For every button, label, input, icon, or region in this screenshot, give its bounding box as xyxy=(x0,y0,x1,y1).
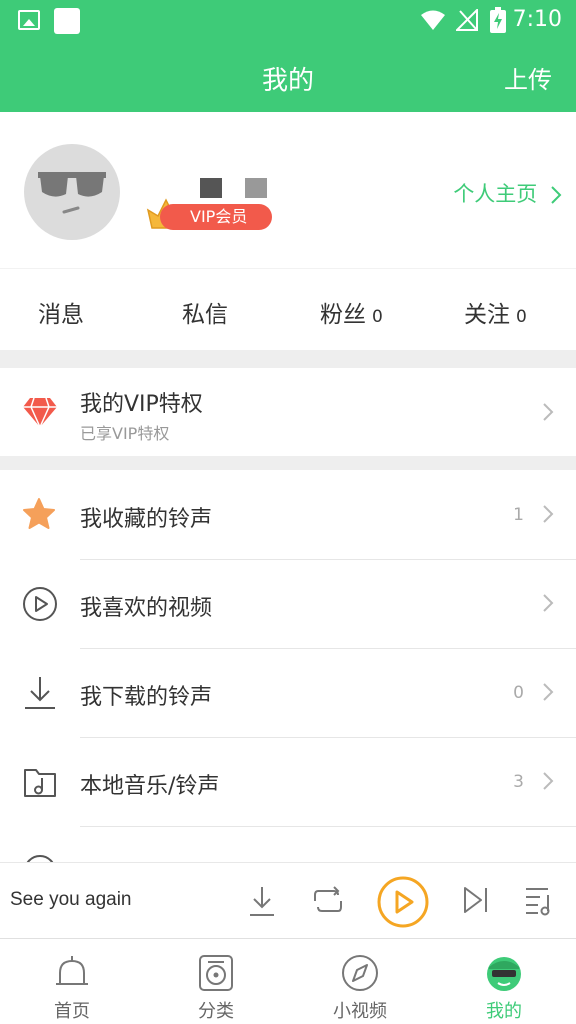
wifi-icon xyxy=(421,10,445,30)
no-signal-icon xyxy=(456,9,478,31)
gallery-notification-icon xyxy=(18,10,40,30)
download-icon[interactable] xyxy=(248,885,276,917)
list-item-favorite-ringtones[interactable]: 我收藏的铃声 1 xyxy=(0,470,576,560)
battery-charging-icon xyxy=(490,7,506,33)
repeat-icon[interactable] xyxy=(312,885,344,917)
tab-category[interactable]: 分类 xyxy=(144,939,288,1024)
upload-button[interactable]: 上传 xyxy=(504,60,552,95)
skip-next-icon[interactable] xyxy=(462,885,490,915)
mini-player: See you again xyxy=(0,862,576,938)
app-bar: 我的 上传 xyxy=(0,40,576,112)
vip-privileges-row[interactable]: 我的VIP特权 已享VIP特权 xyxy=(0,368,576,456)
tab-mine[interactable]: 我的 xyxy=(432,939,576,1024)
stat-private-messages[interactable]: 私信 xyxy=(182,295,234,329)
music-folder-icon xyxy=(24,769,56,797)
play-button-icon[interactable] xyxy=(376,875,430,929)
chevron-right-icon xyxy=(543,683,554,701)
playlist-icon[interactable] xyxy=(524,885,554,917)
vip-badge: VIP会员 xyxy=(160,204,272,230)
play-circle-icon xyxy=(23,587,57,621)
speaker-icon xyxy=(199,955,233,991)
bell-icon xyxy=(56,956,88,985)
list-item-liked-videos[interactable]: 我喜欢的视频 xyxy=(0,559,576,649)
status-bar: 7:10 xyxy=(0,0,576,40)
vip-row-subtitle: 已享VIP特权 xyxy=(80,424,170,443)
list-item-local-music[interactable]: 本地音乐/铃声 3 xyxy=(0,737,576,827)
clock-icon xyxy=(26,855,54,862)
download-icon xyxy=(25,677,55,709)
page-title: 我的 xyxy=(261,66,314,96)
diamond-icon xyxy=(23,397,57,428)
bottom-tab-bar: 首页 分类 小视频 我的 xyxy=(0,938,576,1024)
chevron-right-icon xyxy=(551,186,562,204)
vip-row-title: 我的VIP特权 xyxy=(80,392,203,417)
menu-list: 我收藏的铃声 1 我喜欢的视频 我下载的铃声 0 本地音乐/铃声 3 xyxy=(0,470,576,862)
app-notification-icon xyxy=(54,8,80,34)
stat-messages[interactable]: 消息 xyxy=(38,295,90,329)
chevron-right-icon xyxy=(543,772,554,790)
chevron-right-icon xyxy=(543,594,554,612)
homepage-link-label: 个人主页 xyxy=(453,182,538,206)
username-block xyxy=(200,178,222,198)
compass-icon xyxy=(342,955,378,991)
homepage-link[interactable]: 个人主页 xyxy=(453,178,562,208)
stats-bar: 消息 私信 粉丝 0 关注 0 xyxy=(0,268,576,350)
avatar-icon xyxy=(487,957,521,991)
avatar[interactable] xyxy=(24,144,120,240)
tab-home[interactable]: 首页 xyxy=(0,939,144,1024)
list-item-downloaded-ringtones[interactable]: 我下载的铃声 0 xyxy=(0,648,576,738)
chevron-right-icon xyxy=(543,403,554,421)
sunglasses-avatar-icon xyxy=(38,172,106,214)
chevron-right-icon xyxy=(543,505,554,523)
profile-card: VIP会员 个人主页 xyxy=(0,112,576,268)
tab-short-video[interactable]: 小视频 xyxy=(288,939,432,1024)
star-icon xyxy=(23,498,55,529)
list-item-partial[interactable] xyxy=(0,826,576,862)
now-playing-title[interactable]: See you again xyxy=(10,889,132,911)
status-time: 7:10 xyxy=(512,7,562,32)
stat-fans[interactable]: 粉丝 0 xyxy=(320,295,383,329)
stat-following[interactable]: 关注 0 xyxy=(464,295,527,329)
username-block xyxy=(245,178,267,198)
